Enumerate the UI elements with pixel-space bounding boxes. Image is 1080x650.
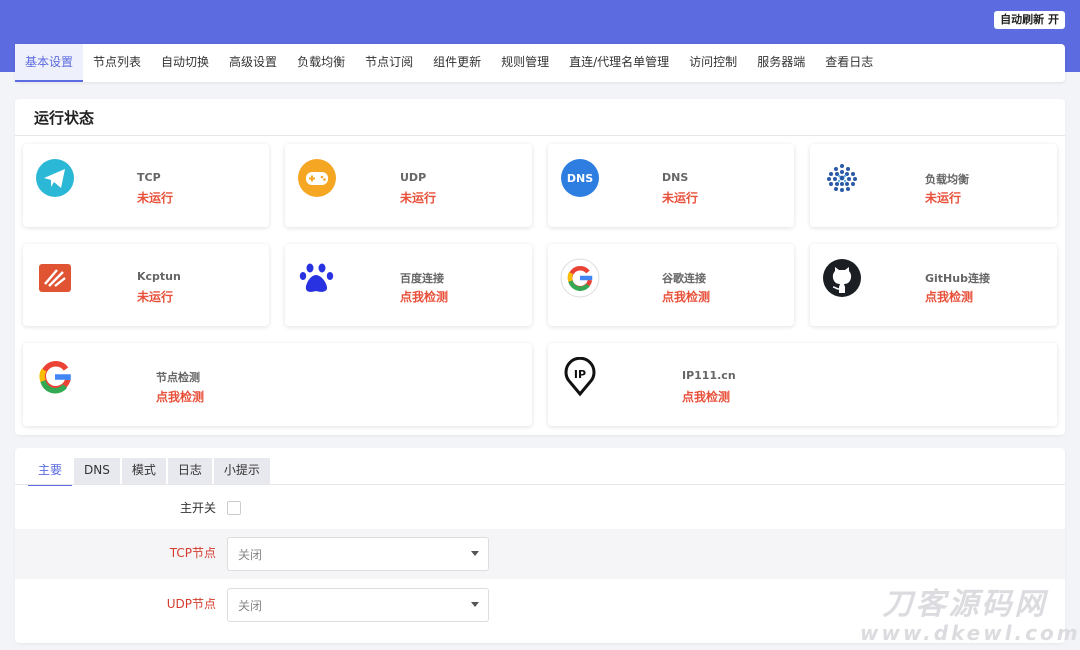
status-card-udp[interactable]: UDP 未运行 xyxy=(285,144,532,227)
tab-node-subscription[interactable]: 节点订阅 xyxy=(355,44,423,82)
telegram-icon xyxy=(36,159,74,197)
card-status[interactable]: 未运行 xyxy=(400,189,436,206)
subtab-tips[interactable]: 小提示 xyxy=(213,458,270,484)
card-status[interactable]: 未运行 xyxy=(662,189,698,206)
tab-load-balance[interactable]: 负载均衡 xyxy=(287,44,355,82)
watermark-title: 刀客源码网 xyxy=(882,587,1048,622)
tab-access-control[interactable]: 访问控制 xyxy=(679,44,747,82)
card-status[interactable]: 点我检测 xyxy=(156,388,204,405)
tab-advanced-settings[interactable]: 高级设置 xyxy=(219,44,287,82)
load-balance-icon xyxy=(827,164,857,192)
card-status[interactable]: 未运行 xyxy=(925,189,961,206)
subtab-main[interactable]: 主要 xyxy=(28,458,73,486)
main-tab-bar: 基本设置 节点列表 自动切换 高级设置 负载均衡 节点订阅 组件更新 规则管理 … xyxy=(15,44,1065,82)
card-name: TCP xyxy=(137,171,161,184)
watermark-url: www.dkewl.com xyxy=(860,621,1080,645)
chevron-down-icon xyxy=(471,551,479,556)
svg-text:DNS: DNS xyxy=(567,172,593,185)
status-card-google[interactable]: 谷歌连接 点我检测 xyxy=(548,244,794,326)
status-card-kcptun[interactable]: Kcptun 未运行 xyxy=(23,244,269,326)
tab-auto-switch[interactable]: 自动切换 xyxy=(151,44,219,82)
divider xyxy=(15,135,1065,136)
auto-refresh-button[interactable]: 自动刷新 开 xyxy=(994,11,1065,29)
card-name: 负载均衡 xyxy=(925,173,969,186)
subtab-log[interactable]: 日志 xyxy=(167,458,212,484)
card-name: 百度连接 xyxy=(400,272,444,285)
tcp-node-label: TCP节点 xyxy=(169,546,216,560)
select-value: 关闭 xyxy=(238,599,263,613)
card-status[interactable]: 点我检测 xyxy=(925,288,973,305)
card-status[interactable]: 未运行 xyxy=(137,189,173,206)
tab-component-update[interactable]: 组件更新 xyxy=(423,44,491,82)
udp-node-label: UDP节点 xyxy=(166,597,216,611)
panel-title: 运行状态 xyxy=(34,109,95,127)
card-status[interactable]: 点我检测 xyxy=(662,288,710,305)
ip-pin-icon: IP xyxy=(564,357,596,397)
subtab-mode[interactable]: 模式 xyxy=(121,458,166,484)
dns-icon: DNS xyxy=(561,159,599,197)
gamepad-icon xyxy=(298,159,336,197)
status-card-baidu[interactable]: 百度连接 点我检测 xyxy=(285,244,532,326)
status-card-load-balance[interactable]: 负载均衡 未运行 xyxy=(810,144,1057,227)
tab-direct-proxy-list[interactable]: 直连/代理名单管理 xyxy=(559,44,679,82)
tcp-node-select[interactable]: 关闭 xyxy=(227,537,489,571)
tab-node-list[interactable]: 节点列表 xyxy=(83,44,151,82)
card-status[interactable]: 点我检测 xyxy=(682,388,730,405)
status-card-dns[interactable]: DNS DNS 未运行 xyxy=(548,144,794,227)
main-switch-row: 主开关 xyxy=(15,485,1065,529)
subtab-dns[interactable]: DNS xyxy=(74,458,120,484)
tab-server[interactable]: 服务器端 xyxy=(747,44,815,82)
status-card-node-check[interactable]: 节点检测 点我检测 xyxy=(23,343,532,426)
card-name: 节点检测 xyxy=(156,371,200,384)
github-icon xyxy=(823,259,861,297)
card-name: Kcptun xyxy=(137,270,181,283)
tcp-node-row: TCP节点 关闭 xyxy=(15,529,1065,579)
card-name: 谷歌连接 xyxy=(662,272,706,285)
status-card-tcp[interactable]: TCP 未运行 xyxy=(23,144,269,227)
settings-subtabs: 主要 DNS 模式 日志 小提示 xyxy=(28,458,272,486)
google-icon xyxy=(560,258,600,298)
tab-rule-management[interactable]: 规则管理 xyxy=(491,44,559,82)
watermark: 刀客源码网 www.dkewl.com xyxy=(860,587,1080,645)
card-name: UDP xyxy=(400,171,427,184)
card-status[interactable]: 点我检测 xyxy=(400,288,448,305)
status-card-github[interactable]: GitHub连接 点我检测 xyxy=(810,244,1057,326)
kcptun-icon xyxy=(39,264,71,292)
main-switch-checkbox[interactable] xyxy=(227,501,241,515)
tab-view-logs[interactable]: 查看日志 xyxy=(815,44,883,82)
svg-text:IP: IP xyxy=(574,368,586,381)
card-name: GitHub连接 xyxy=(925,272,990,285)
udp-node-select[interactable]: 关闭 xyxy=(227,588,489,622)
card-name: DNS xyxy=(662,171,689,184)
google-icon xyxy=(39,361,71,394)
status-panel: 运行状态 TCP 未运行 UDP 未运行 DNS DNS 未运行 负载均衡 未运… xyxy=(15,99,1065,435)
card-status[interactable]: 未运行 xyxy=(137,288,173,305)
card-name: IP111.cn xyxy=(682,369,736,382)
status-card-ip111[interactable]: IP IP111.cn 点我检测 xyxy=(548,343,1057,426)
main-switch-label: 主开关 xyxy=(179,501,216,515)
select-value: 关闭 xyxy=(238,548,263,562)
tab-basic-settings[interactable]: 基本设置 xyxy=(15,44,84,82)
baidu-icon xyxy=(299,263,334,292)
chevron-down-icon xyxy=(471,602,479,607)
